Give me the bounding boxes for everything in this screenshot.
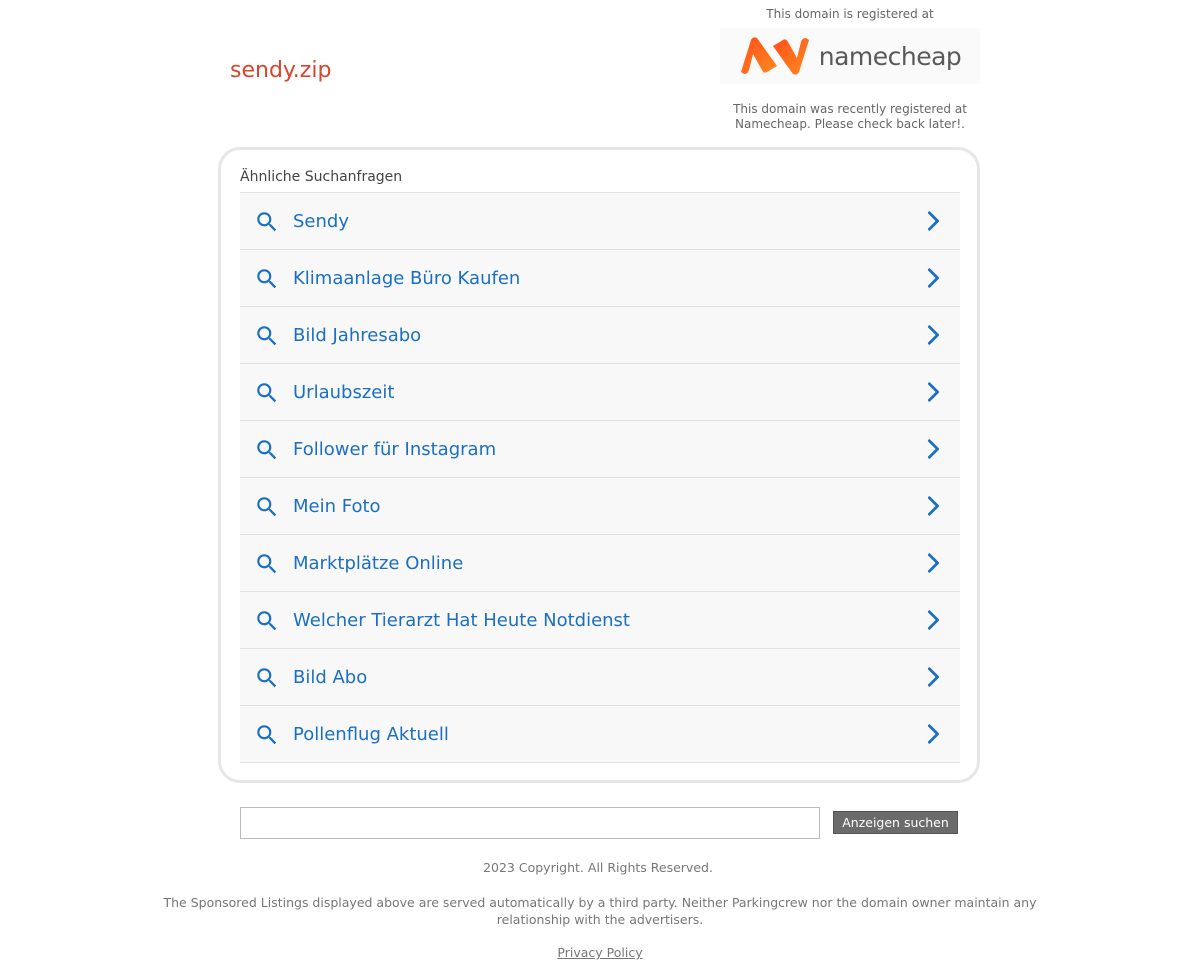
namecheap-n-icon bbox=[740, 37, 809, 75]
related-search-item[interactable]: Follower für Instagram bbox=[240, 421, 960, 478]
related-search-label: Urlaubszeit bbox=[293, 381, 395, 403]
chevron-right-icon bbox=[922, 438, 944, 460]
chevron-right-icon bbox=[922, 666, 944, 688]
related-search-item[interactable]: Welcher Tierarzt Hat Heute Notdienst bbox=[240, 592, 960, 649]
search-icon bbox=[254, 437, 280, 463]
related-search-item[interactable]: Bild Abo bbox=[240, 649, 960, 706]
chevron-right-icon bbox=[922, 609, 944, 631]
related-search-item[interactable]: Klimaanlage Büro Kaufen bbox=[240, 250, 960, 307]
search-icon bbox=[254, 323, 280, 349]
related-search-item[interactable]: Sendy bbox=[240, 193, 960, 250]
search-icon bbox=[254, 494, 280, 520]
related-search-label: Follower für Instagram bbox=[293, 438, 497, 460]
chevron-right-icon bbox=[922, 210, 944, 232]
search-icon bbox=[254, 380, 280, 406]
copyright-text: 2023 Copyright. All Rights Reserved. bbox=[483, 860, 713, 875]
registrar-intro-text: This domain is registered at bbox=[766, 7, 934, 21]
search-icon bbox=[254, 608, 280, 634]
related-search-label: Bild Jahresabo bbox=[293, 324, 422, 346]
namecheap-logo[interactable]: namecheap bbox=[720, 28, 980, 84]
chevron-right-icon bbox=[922, 381, 944, 403]
related-search-item[interactable]: Marktplätze Online bbox=[240, 535, 960, 592]
related-search-label: Sendy bbox=[293, 210, 349, 232]
related-search-label: Welcher Tierarzt Hat Heute Notdienst bbox=[293, 609, 630, 631]
privacy-section: Privacy Policy bbox=[0, 945, 1200, 960]
related-search-label: Pollenflug Aktuell bbox=[293, 723, 449, 745]
chevron-right-icon bbox=[922, 324, 944, 346]
search-icon bbox=[254, 551, 280, 577]
registrar-notice-text: This domain was recently registered at N… bbox=[733, 102, 967, 131]
parked-domain-page: sendy.zip This domain is registered at n… bbox=[0, 0, 1200, 974]
chevron-right-icon bbox=[922, 267, 944, 289]
domain-title: sendy.zip bbox=[230, 58, 332, 83]
related-searches-title: Ähnliche Suchanfragen bbox=[240, 169, 403, 185]
search-icon bbox=[254, 665, 280, 691]
privacy-policy-link[interactable]: Privacy Policy bbox=[557, 945, 642, 960]
related-search-item[interactable]: Bild Jahresabo bbox=[240, 307, 960, 364]
chevron-right-icon bbox=[922, 723, 944, 745]
related-search-label: Klimaanlage Büro Kaufen bbox=[293, 267, 521, 289]
search-icon bbox=[254, 209, 280, 235]
chevron-right-icon bbox=[922, 552, 944, 574]
chevron-right-icon bbox=[922, 495, 944, 517]
search-ads-button[interactable]: Anzeigen suchen bbox=[833, 811, 958, 834]
search-input[interactable] bbox=[240, 807, 820, 839]
related-search-label: Bild Abo bbox=[293, 666, 368, 688]
registrar-panel: This domain is registered at namecheap T… bbox=[720, 6, 980, 132]
search-icon bbox=[254, 722, 280, 748]
disclaimer-text: The Sponsored Listings displayed above a… bbox=[163, 895, 1037, 927]
namecheap-wordmark: namecheap bbox=[818, 41, 962, 71]
related-search-label: Mein Foto bbox=[293, 495, 381, 517]
related-search-item[interactable]: Pollenflug Aktuell bbox=[240, 706, 960, 763]
related-search-item[interactable]: Urlaubszeit bbox=[240, 364, 960, 421]
related-search-label: Marktplätze Online bbox=[293, 552, 464, 574]
search-icon bbox=[254, 266, 280, 292]
related-searches-list: Sendy Klimaanlage Büro Kaufen Bild Jahresa… bbox=[240, 192, 960, 763]
related-search-item[interactable]: Mein Foto bbox=[240, 478, 960, 535]
